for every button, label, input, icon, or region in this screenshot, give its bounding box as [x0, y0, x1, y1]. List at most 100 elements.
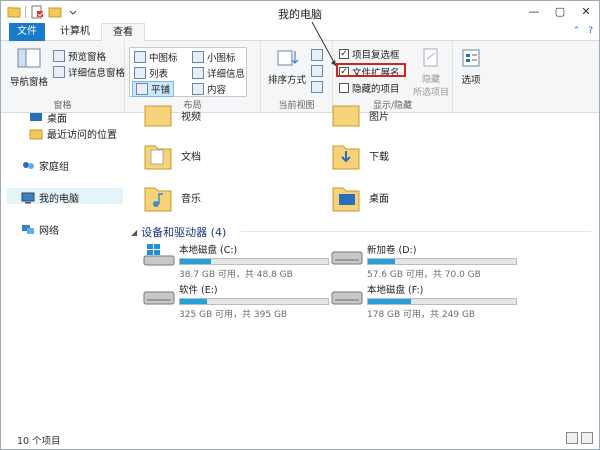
homegroup-icon — [23, 161, 34, 169]
layout-medium-icons-label: 中图标 — [149, 53, 178, 64]
options-button[interactable]: 选项 — [457, 47, 485, 86]
windows-drive-icon — [143, 242, 175, 268]
folder-tile[interactable]: 图片 — [331, 100, 389, 130]
layout-tiles-label: 平铺 — [151, 85, 171, 96]
ribbon-view: 导航窗格 预览窗格 详细信息窗格 窗格 中图标 小图标 列表 详细信息 平铺 内… — [1, 41, 599, 113]
drive-usage-bar — [179, 298, 329, 305]
large-icons-view-icon[interactable] — [581, 432, 593, 444]
nav-item-label: 最近访问的位置 — [47, 130, 117, 141]
drive-name: 新加卷 (D:) — [367, 245, 417, 256]
group-by-icon[interactable] — [311, 49, 323, 61]
details-pane-button[interactable]: 详细信息窗格 — [53, 65, 125, 79]
window-controls: — ▢ ✕ — [521, 1, 599, 21]
drive-usage-fill — [368, 259, 395, 264]
drive-tile-c[interactable]: 本地磁盘 (C:) 38.7 GB 可用，共 48.8 GB — [143, 242, 329, 280]
maximize-button[interactable]: ▢ — [547, 1, 573, 21]
help-icon[interactable]: ? — [588, 26, 593, 36]
drives-section-title: 设备和驱动器 (4) — [141, 226, 227, 239]
group-current-view: 排序方式 当前视图 — [261, 41, 333, 113]
network-icon — [22, 224, 34, 234]
layout-tiles[interactable]: 平铺 — [132, 81, 175, 97]
hidden-items-label: 隐藏的项目 — [352, 84, 400, 95]
details-pane-label: 详细信息窗格 — [68, 68, 126, 79]
folder-label: 下载 — [369, 151, 389, 163]
folder-label: 桌面 — [369, 193, 389, 205]
drive-tile-f[interactable]: 本地磁盘 (F:) 178 GB 可用，共 249 GB — [331, 282, 517, 320]
hide-selected-button[interactable]: 隐藏 所选项目 — [411, 47, 451, 98]
hard-drive-icon — [331, 242, 363, 268]
drive-info: 软件 (E:) 325 GB 可用，共 395 GB — [179, 282, 329, 320]
minimize-button[interactable]: — — [521, 1, 547, 21]
drive-info: 本地磁盘 (F:) 178 GB 可用，共 249 GB — [367, 282, 517, 320]
folder-tile[interactable]: 下载 — [331, 140, 389, 170]
drive-tile-d[interactable]: 新加卷 (D:) 57.6 GB 可用，共 70.0 GB — [331, 242, 517, 280]
hide-selected-label: 隐藏 — [421, 75, 440, 85]
nav-item-desktop[interactable]: 桌面 — [29, 110, 67, 125]
nav-item-this-pc[interactable]: 我的电脑 — [21, 190, 79, 205]
tab-view[interactable]: 查看 — [101, 23, 145, 42]
folder-label: 图片 — [369, 111, 389, 123]
details-view-icon[interactable] — [566, 432, 578, 444]
ribbon-tabs: 文件 计算机 查看 ⌃ ? — [1, 23, 599, 42]
nav-item-homegroup[interactable]: 家庭组 — [21, 158, 69, 173]
preview-pane-button[interactable]: 预览窗格 — [53, 49, 106, 63]
preview-pane-label: 预览窗格 — [68, 52, 107, 63]
layout-content[interactable]: 内容 — [192, 82, 226, 96]
explorer-window: 我的电脑 — ▢ ✕ 文件 计算机 查看 ⌃ ? 导航窗格 预览窗格 详细信息窗… — [0, 0, 600, 450]
item-checkboxes-toggle[interactable]: ✓ 项目复选框 — [339, 47, 400, 61]
drive-info: 本地磁盘 (C:) 38.7 GB 可用，共 48.8 GB — [179, 242, 329, 280]
drive-usage-fill — [180, 299, 207, 304]
tab-file[interactable]: 文件 — [9, 23, 45, 41]
layout-medium-icons[interactable]: 中图标 — [134, 50, 178, 64]
options-icon — [462, 49, 480, 67]
group-options: 选项 — [453, 41, 489, 113]
folder-tile[interactable]: 视频 — [143, 100, 201, 130]
drive-name: 软件 (E:) — [179, 285, 218, 296]
desktop-folder-icon — [331, 182, 361, 212]
folder-tile[interactable]: 音乐 — [143, 182, 201, 212]
sort-by-label: 排序方式 — [267, 75, 306, 86]
folder-label: 音乐 — [181, 193, 201, 205]
nav-item-recent[interactable]: 最近访问的位置 — [29, 126, 117, 141]
nav-item-network[interactable]: 网络 — [21, 222, 59, 237]
desktop-icon — [30, 112, 42, 121]
hide-selected-sublabel: 所选项目 — [412, 88, 449, 98]
group-label-current-view: 当前视图 — [278, 101, 315, 111]
drive-tile-e[interactable]: 软件 (E:) 325 GB 可用，共 395 GB — [143, 282, 329, 320]
drives-section-header[interactable]: ◢ 设备和驱动器 (4) — [131, 224, 226, 240]
content-icon — [192, 83, 204, 95]
drive-usage-bar — [367, 258, 517, 265]
layout-details-label: 详细信息 — [207, 69, 246, 80]
checkbox-checked-icon: ✓ — [339, 49, 349, 59]
sort-by-button[interactable]: 排序方式 — [267, 47, 307, 86]
add-columns-icon[interactable] — [311, 65, 323, 77]
nav-item-label: 我的电脑 — [39, 194, 79, 205]
folder-label: 视频 — [181, 111, 201, 123]
drive-free-space: 38.7 GB 可用，共 48.8 GB — [179, 270, 293, 280]
drive-free-space: 325 GB 可用，共 395 GB — [179, 310, 288, 320]
section-divider — [241, 231, 591, 232]
hard-drive-icon — [331, 282, 363, 308]
title-bar: 我的电脑 — ▢ ✕ — [1, 1, 599, 23]
tab-computer[interactable]: 计算机 — [51, 23, 99, 41]
drive-usage-bar — [367, 298, 517, 305]
expand-ribbon-icon[interactable]: ⌃ — [573, 26, 581, 36]
ribbon-right-controls: ⌃ ? — [573, 26, 593, 36]
size-columns-icon[interactable] — [311, 81, 323, 93]
tiles-icon — [136, 83, 148, 95]
layout-small-icons[interactable]: 小图标 — [192, 50, 236, 64]
layout-details[interactable]: 详细信息 — [192, 66, 245, 80]
folder-tile[interactable]: 桌面 — [331, 182, 389, 212]
group-panes: 导航窗格 预览窗格 详细信息窗格 窗格 — [1, 41, 125, 113]
nav-pane-button[interactable]: 导航窗格 — [7, 47, 51, 88]
item-checkboxes-label: 项目复选框 — [352, 50, 400, 61]
drive-name: 本地磁盘 (F:) — [367, 285, 424, 296]
small-icons-icon — [192, 51, 204, 63]
nav-item-label: 家庭组 — [39, 162, 69, 173]
folder-tile[interactable]: 文档 — [143, 140, 201, 170]
hidden-items-toggle[interactable]: 隐藏的项目 — [339, 81, 400, 95]
close-button[interactable]: ✕ — [573, 1, 599, 21]
drive-free-space: 57.6 GB 可用，共 70.0 GB — [367, 270, 481, 280]
layout-list[interactable]: 列表 — [134, 66, 168, 80]
documents-folder-icon — [143, 140, 173, 170]
